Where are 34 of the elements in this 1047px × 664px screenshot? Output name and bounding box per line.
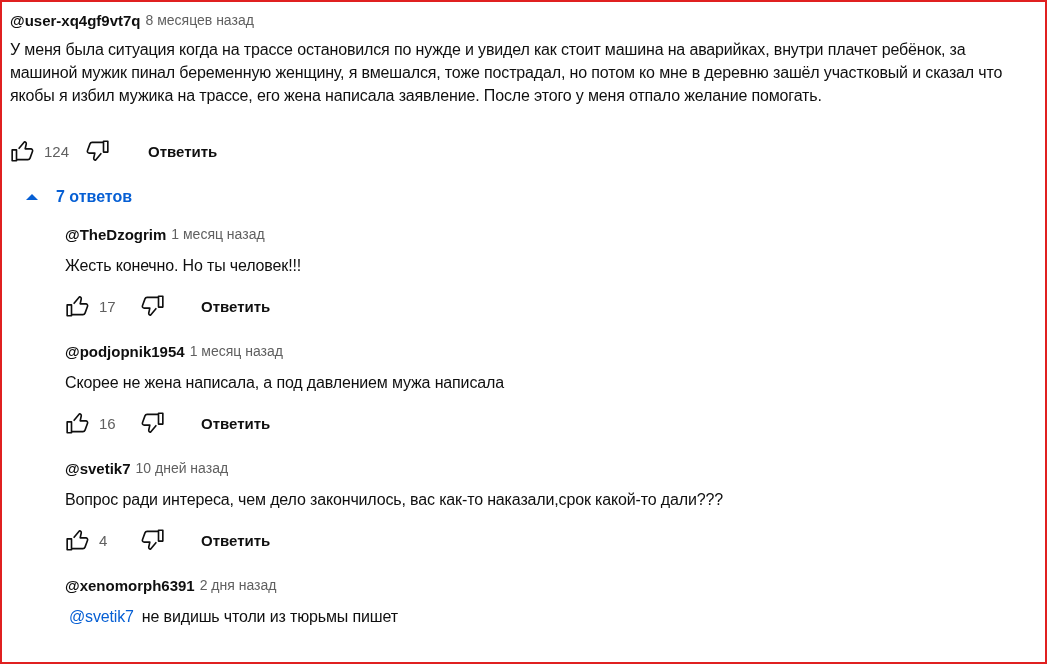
reply-text: Скорее не жена написала, а под давлением мужа написала bbox=[65, 373, 505, 393]
thumbs-up-icon[interactable] bbox=[10, 138, 36, 164]
reply-text: Вопрос ради интереса, чем дело закончилось, вас как-то наказали,срок какой-то дали??? bbox=[65, 490, 724, 510]
reply-author[interactable]: @TheDzogrim bbox=[65, 225, 167, 243]
reply-author[interactable]: @svetik7 bbox=[65, 459, 131, 477]
thumbs-down-icon[interactable] bbox=[139, 410, 165, 436]
reply-button[interactable]: Ответить bbox=[136, 134, 230, 168]
reply-time: 1 месяц назад bbox=[189, 343, 283, 359]
reply-time: 10 дней назад bbox=[135, 460, 229, 476]
reply-author[interactable]: @podjopnik1954 bbox=[65, 342, 185, 360]
comment-text: У меня была ситуация когда на трассе остановился по нужде и увидел как стоит машина на аварийках, внутри плачет ребёнок, за машиной мужик пинал беременную женщину, я вмешался, тоже пострадал, но потом ко мне в деревню зашёл участковый и сказал что якобы я избил мужика на трассе, его жена написала заявление. После этого у меня отпало желание помогать. bbox=[10, 40, 1004, 106]
like-count: 16 bbox=[99, 414, 117, 432]
reply-button[interactable]: Ответить bbox=[189, 406, 283, 440]
mention-link[interactable]: @svetik7 bbox=[69, 608, 134, 625]
reply-button[interactable]: Ответить bbox=[189, 523, 283, 557]
thumbs-up-icon[interactable] bbox=[65, 293, 91, 319]
reply-button[interactable]: Ответить bbox=[189, 289, 283, 323]
thumbs-up-icon[interactable] bbox=[65, 410, 91, 436]
replies-toggle[interactable]: 7 ответов bbox=[16, 179, 143, 215]
like-count: 4 bbox=[99, 531, 109, 549]
reply-author[interactable]: @xenomorph6391 bbox=[65, 576, 195, 594]
like-count: 17 bbox=[99, 297, 117, 315]
caret-icon bbox=[26, 193, 38, 201]
thumbs-down-icon[interactable] bbox=[84, 138, 110, 164]
reply-text: Жесть конечно. Но ты человек!!! bbox=[65, 256, 303, 276]
thumbs-down-icon[interactable] bbox=[139, 293, 165, 319]
thumbs-up-icon[interactable] bbox=[65, 527, 91, 553]
reply-time: 2 дня назад bbox=[199, 577, 277, 593]
comment-time: 8 месяцев назад bbox=[145, 12, 254, 28]
like-count: 124 bbox=[44, 142, 71, 160]
comment-author[interactable]: @user-xq4gf9vt7q bbox=[10, 11, 141, 29]
reply-time: 1 месяц назад bbox=[171, 226, 265, 242]
reply-text: @svetik7 не видишь чтоли из тюрьмы пишет bbox=[68, 607, 399, 627]
thumbs-down-icon[interactable] bbox=[139, 527, 165, 553]
